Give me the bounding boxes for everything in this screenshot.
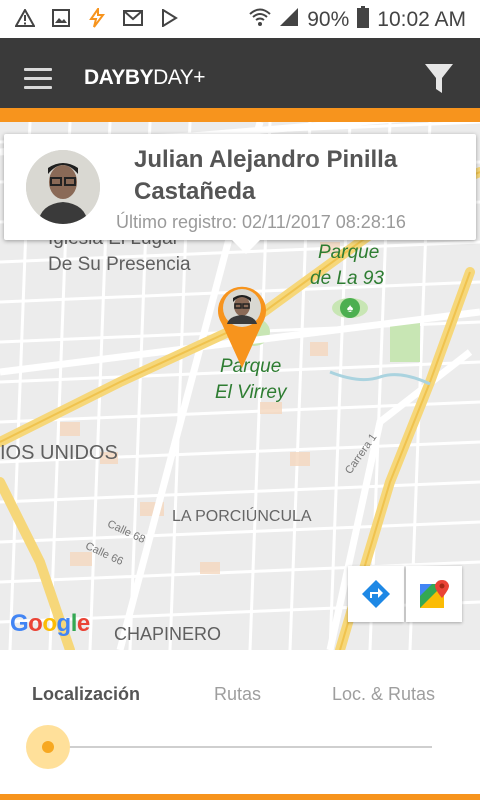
location-pin[interactable] <box>216 284 268 370</box>
map-label-chapinero: CHAPINERO <box>114 624 222 644</box>
warning-icon <box>14 7 36 29</box>
map-label-porciuncula: LA PORCIÚNCULA <box>172 508 312 525</box>
battery-icon <box>357 6 370 34</box>
directions-button[interactable] <box>348 566 404 622</box>
logo-part2: DAY+ <box>153 66 205 89</box>
map-label-virrey-2: El Virrey <box>215 382 287 403</box>
app-logo: DAYBYDAY+ <box>84 66 205 90</box>
clock: 10:02 AM <box>377 8 466 31</box>
tab-localizacion[interactable]: Localización <box>32 684 140 705</box>
gmail-icon <box>122 7 144 29</box>
employee-name: Julian Alejandro Pinilla Castañeda <box>134 146 398 205</box>
logo-part1: DAYBY <box>84 66 154 89</box>
flash-icon <box>86 7 108 29</box>
park-tree-icon: ♠ <box>340 298 360 318</box>
last-record: Último registro: 02/11/2017 08:28:16 <box>116 212 406 232</box>
signal-icon <box>279 7 299 33</box>
map-label-unidos: IOS UNIDOS <box>0 442 118 464</box>
hamburger-menu-icon[interactable] <box>24 68 52 90</box>
play-store-icon <box>158 7 180 29</box>
wifi-icon <box>249 8 271 32</box>
tab-loc-rutas[interactable]: Loc. & Rutas <box>332 684 435 705</box>
employee-info-card[interactable]: Julian Alejandro Pinilla Castañeda Últim… <box>4 134 476 254</box>
app-bar-accent <box>0 108 480 122</box>
bottom-accent <box>0 794 480 800</box>
map-label-park93-1: Parque <box>318 242 380 263</box>
tab-rutas[interactable]: Rutas <box>214 684 261 705</box>
directions-icon <box>362 580 390 608</box>
avatar <box>26 150 100 224</box>
status-bar: 90% 10:02 AM <box>0 0 480 38</box>
google-maps-button[interactable] <box>406 566 462 622</box>
slider-track[interactable] <box>48 746 432 748</box>
bottom-panel: Localización Rutas Loc. & Rutas <box>0 650 480 800</box>
map-label-park93-2: de La 93 <box>310 268 384 289</box>
map-label-church-2: De Su Presencia <box>48 254 191 275</box>
google-maps-icon <box>420 580 449 608</box>
slider-thumb[interactable] <box>26 725 70 769</box>
battery-percent: 90% <box>307 8 350 31</box>
image-icon <box>50 7 72 29</box>
filter-icon[interactable] <box>424 62 454 96</box>
app-bar: DAYBYDAY+ <box>0 38 480 108</box>
google-logo: Google <box>10 610 90 637</box>
